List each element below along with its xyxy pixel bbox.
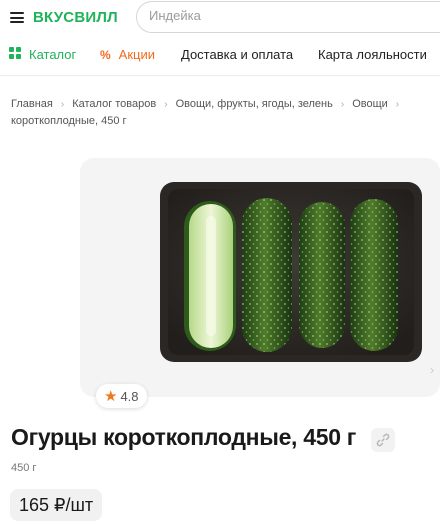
- product-gallery[interactable]: ›: [80, 158, 440, 397]
- product-title: Огурцы короткоплодные, 450 г: [11, 424, 357, 450]
- nav-catalog[interactable]: Каталог: [9, 47, 76, 62]
- rating-badge: ★ 4.8: [96, 384, 147, 408]
- grid-icon: [9, 47, 21, 62]
- search-box[interactable]: [136, 1, 440, 33]
- link-icon: [376, 433, 390, 447]
- menu-icon[interactable]: [10, 12, 24, 23]
- breadcrumb: Главная › Каталог товаров › Овощи, фрукты, я…: [11, 95, 440, 114]
- cucumber-half: [184, 201, 236, 351]
- star-icon: ★: [104, 388, 118, 405]
- breadcrumb-current: короткоплодные, 450 г: [11, 115, 127, 127]
- chevron-right-icon: ›: [395, 99, 400, 110]
- nav-delivery[interactable]: Доставка и оплата: [181, 47, 293, 62]
- product-image: [160, 182, 422, 362]
- cucumber-1: [242, 198, 292, 352]
- main-nav: Каталог % Акции Доставка и оплата Карта л…: [0, 40, 440, 72]
- breadcrumb-vegetables[interactable]: Овощи: [352, 98, 388, 110]
- chevron-right-icon: ›: [164, 99, 168, 110]
- product-weight: 450 г: [11, 462, 37, 474]
- cucumber-3: [350, 199, 398, 351]
- site-header: ВКУСВИЛЛ: [0, 0, 440, 36]
- chevron-right-icon[interactable]: ›: [430, 363, 434, 377]
- search-input[interactable]: [149, 8, 429, 23]
- percent-icon: %: [100, 48, 111, 62]
- breadcrumb-produce[interactable]: Овощи, фрукты, ягоды, зелень: [176, 98, 333, 110]
- nav-promo[interactable]: % Акции: [100, 47, 155, 62]
- nav-catalog-label: Каталог: [29, 47, 77, 62]
- cucumber-2: [299, 202, 345, 348]
- breadcrumb-home[interactable]: Главная: [11, 98, 53, 110]
- nav-loyalty[interactable]: Карта лояльности: [318, 47, 427, 62]
- rating-value: 4.8: [120, 388, 139, 404]
- chevron-right-icon: ›: [340, 99, 345, 110]
- price-tag: 165 ₽/шт: [10, 489, 103, 521]
- nav-promo-label: Акции: [118, 47, 155, 62]
- logo[interactable]: ВКУСВИЛЛ: [33, 9, 118, 26]
- header-divider: [0, 75, 440, 76]
- breadcrumb-catalog[interactable]: Каталог товаров: [72, 98, 156, 110]
- share-link-button[interactable]: [371, 428, 395, 452]
- chevron-right-icon: ›: [60, 99, 65, 110]
